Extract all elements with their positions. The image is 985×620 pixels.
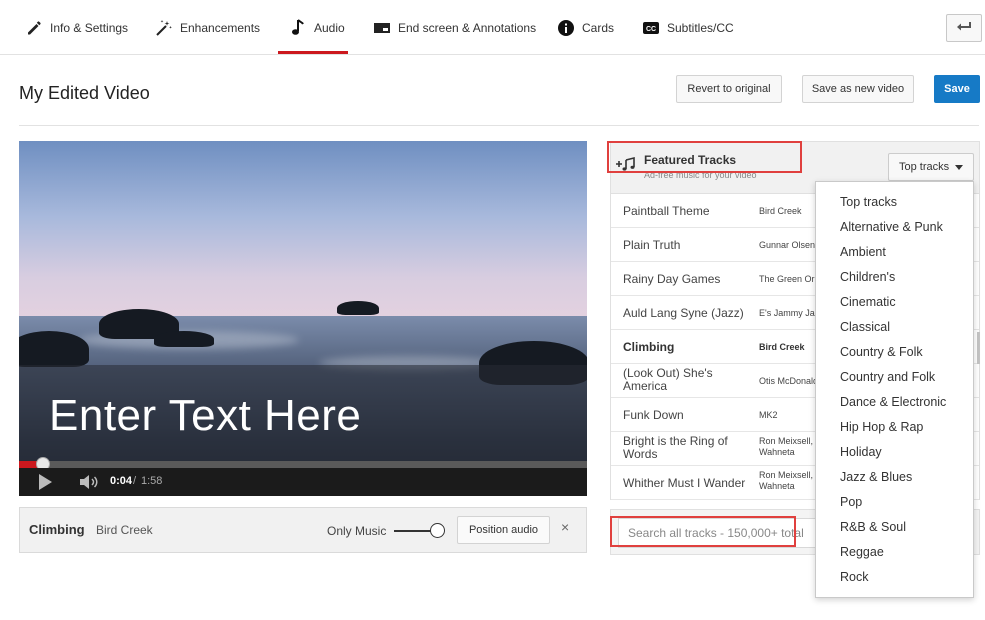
volume-icon[interactable] (78, 474, 100, 490)
video-rock (154, 331, 214, 347)
save-button[interactable]: Save (934, 75, 980, 103)
music-note-icon (289, 18, 307, 37)
track-name: Funk Down (623, 408, 684, 422)
menu-item-genre[interactable]: Ambient (840, 245, 886, 259)
mix-label: Only Music (327, 524, 387, 538)
track-name: (Look Out) She's America (623, 366, 713, 393)
caret-down-icon (955, 164, 964, 170)
menu-item-genre[interactable]: Holiday (840, 445, 882, 459)
menu-item-genre[interactable]: Pop (840, 495, 862, 509)
track-name: Plain Truth (623, 238, 681, 252)
track-name: Climbing (623, 340, 675, 354)
page-title: My Edited Video (19, 83, 150, 103)
menu-item-genre[interactable]: Dance & Electronic (840, 395, 946, 409)
play-icon[interactable] (39, 474, 52, 490)
svg-text:CC: CC (646, 26, 656, 33)
featured-tracks-title: Featured Tracks (644, 153, 737, 167)
menu-item-genre[interactable]: R&B & Soul (840, 520, 906, 534)
tab-label: End screen & Annotations (398, 20, 537, 35)
tab-end-screen[interactable]: End screen & Annotations (373, 0, 536, 55)
video-overlay-text: Enter Text Here (49, 391, 362, 440)
menu-item-genre[interactable]: Classical (840, 320, 890, 334)
track-artist: Bird Creek (759, 342, 805, 352)
end-screen-icon (373, 19, 391, 37)
scrollbar-thumb[interactable] (977, 332, 980, 364)
active-tab-indicator (278, 51, 348, 54)
menu-item-genre[interactable]: Cinematic (840, 295, 896, 309)
genre-filter-dropdown[interactable]: Top tracks (888, 153, 974, 181)
time-separator: / (133, 475, 137, 487)
video-rock (337, 301, 379, 315)
menu-item-genre[interactable]: Rock (840, 570, 868, 584)
player-controls: 0:04 / 1:58 (19, 468, 587, 496)
track-artist: Ron Meixsell, Wahneta Meixsell (759, 436, 814, 457)
header-divider (19, 125, 979, 126)
tab-subtitles[interactable]: CC Subtitles/CC (642, 0, 734, 55)
selected-track-title: Climbing (29, 522, 85, 537)
selected-track-artist: Bird Creek (96, 523, 153, 537)
save-as-new-button[interactable]: Save as new video (802, 75, 914, 103)
tab-label: Enhancements (180, 20, 261, 35)
tab-info-settings[interactable]: Info & Settings (25, 0, 128, 55)
track-name: Auld Lang Syne (Jazz) (623, 306, 744, 320)
menu-item-genre[interactable]: Alternative & Punk (840, 220, 943, 234)
track-artist: Bird Creek (759, 206, 802, 216)
tab-bar: Info & Settings Enhancements Audio End s… (0, 0, 985, 55)
revert-button[interactable]: Revert to original (676, 75, 782, 103)
tab-label: Audio (314, 20, 345, 35)
tab-cards[interactable]: Cards (557, 0, 614, 55)
menu-item-genre[interactable]: Children's (840, 270, 895, 284)
progress-bar[interactable] (19, 461, 587, 468)
tab-label: Info & Settings (50, 20, 129, 35)
cc-icon: CC (642, 19, 660, 37)
video-sky (19, 141, 587, 331)
featured-tracks-subtitle: Ad-free music for your video (644, 170, 757, 180)
track-artist: Ron Meixsell, Wahneta Meixsell (759, 470, 814, 491)
track-artist: MK2 (759, 410, 778, 420)
pencil-icon (25, 19, 43, 37)
position-audio-button[interactable]: Position audio (457, 516, 550, 544)
selected-track-bar: Climbing Bird Creek Only Music Position … (19, 507, 587, 553)
track-name: Bright is the Ring of Words (623, 434, 728, 461)
back-arrow-icon (956, 19, 972, 37)
menu-item-genre[interactable]: Jazz & Blues (840, 470, 912, 484)
track-name: Rainy Day Games (623, 272, 721, 286)
tab-label: Cards (582, 20, 615, 35)
track-name: Paintball Theme (623, 204, 710, 218)
back-button[interactable] (946, 14, 982, 42)
video-rock (19, 331, 89, 367)
magic-wand-icon (155, 19, 173, 37)
track-artist: E's Jammy Jams (759, 308, 819, 318)
add-music-icon (615, 156, 637, 176)
genre-dropdown-menu: Top tracks Alternative & Punk Ambient Ch… (815, 181, 974, 598)
tab-label: Subtitles/CC (667, 20, 734, 35)
track-artist: Gunnar Olsen (759, 240, 816, 250)
menu-item-genre[interactable]: Reggae (840, 545, 884, 559)
tab-enhancements[interactable]: Enhancements (155, 0, 260, 55)
menu-item-genre[interactable]: Country & Folk (840, 345, 923, 359)
track-artist: The Green Orbs (759, 274, 819, 284)
menu-item-genre[interactable]: Hip Hop & Rap (840, 420, 923, 434)
menu-item-genre[interactable]: Top tracks (840, 195, 897, 209)
track-name: Whither Must I Wander (623, 476, 746, 490)
track-artist: Otis McDonald (759, 376, 819, 386)
video-player[interactable]: Enter Text Here 0:04 / 1:58 (19, 141, 587, 496)
current-time: 0:04 (110, 475, 133, 487)
tab-audio[interactable]: Audio (289, 0, 345, 55)
mix-slider-handle[interactable] (430, 523, 445, 538)
close-icon[interactable]: × (561, 519, 569, 535)
genre-filter-label: Top tracks (899, 161, 950, 173)
menu-item-genre[interactable]: Country and Folk (840, 370, 935, 384)
info-icon (557, 19, 575, 37)
duration: 1:58 (141, 475, 163, 487)
